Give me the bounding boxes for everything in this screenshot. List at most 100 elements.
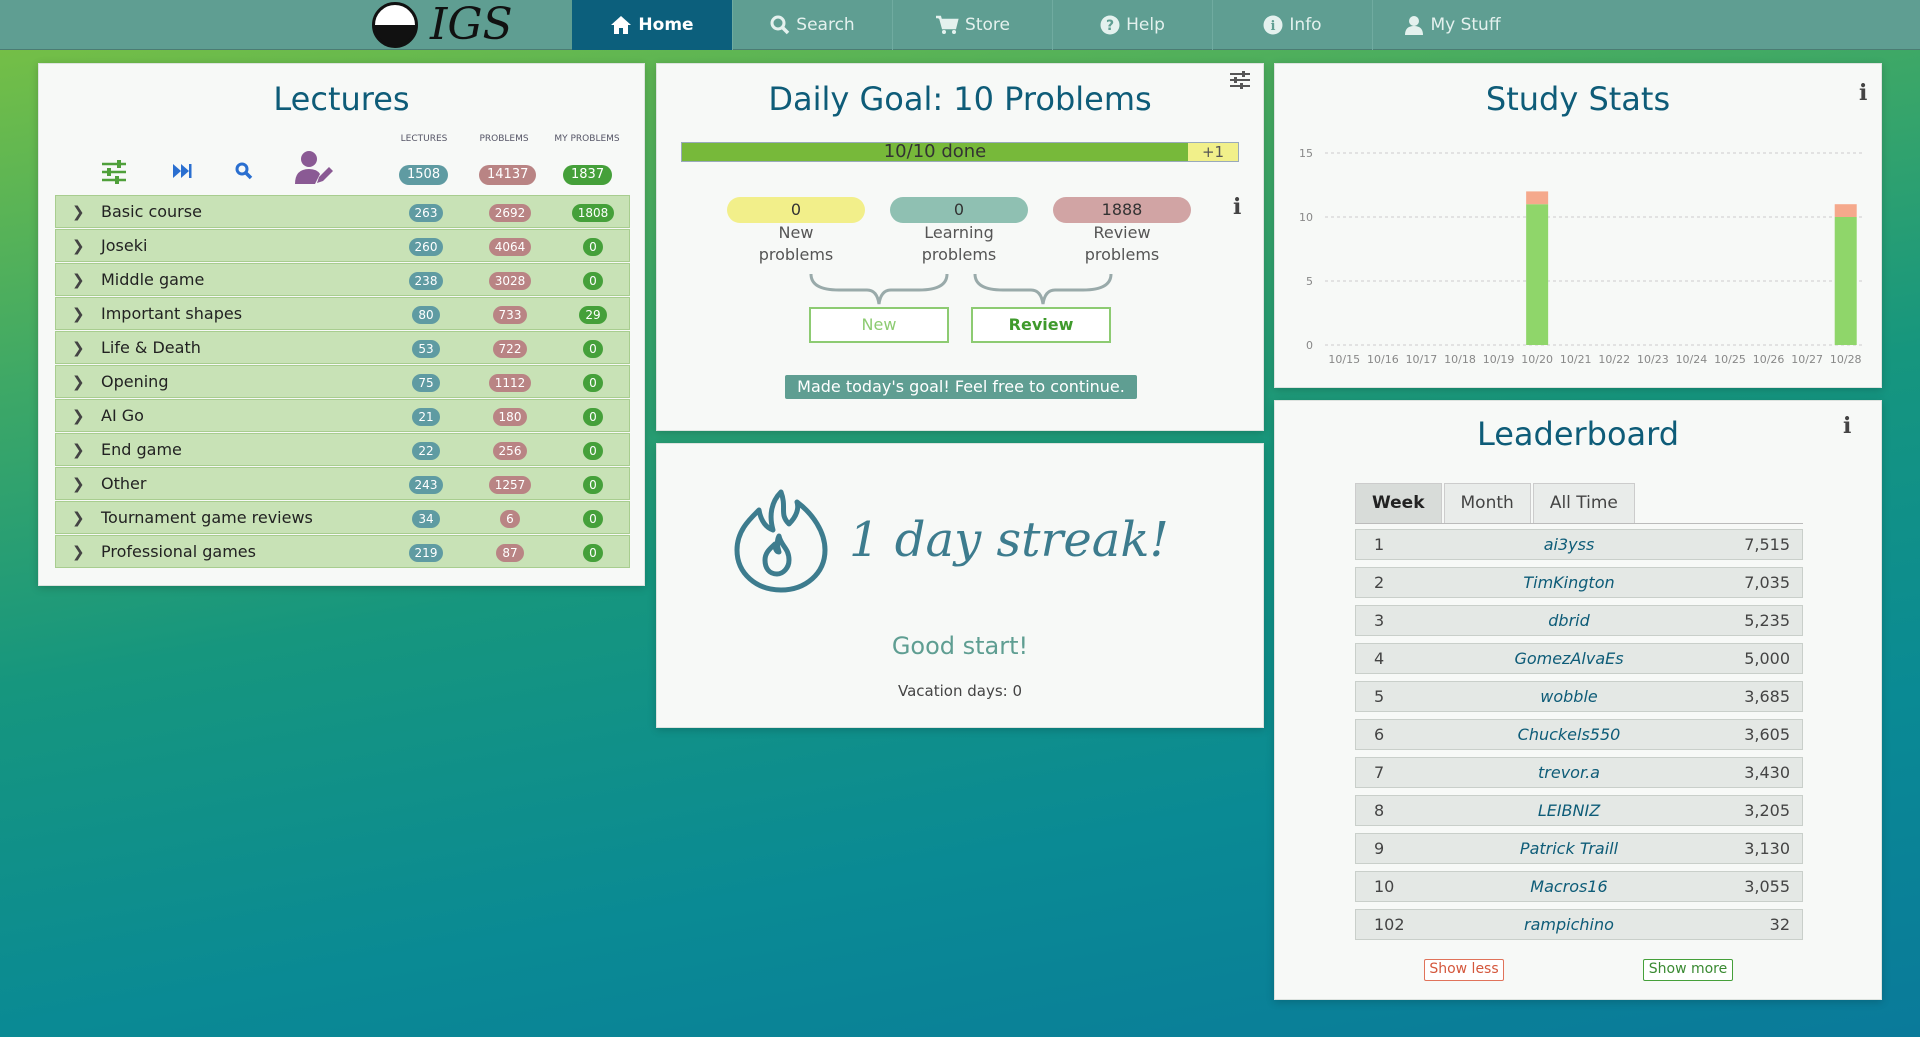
chevron-right-icon[interactable]: ❯ [72,509,85,527]
leaderboard-row: 2 TimKington 7,035 [1355,567,1803,598]
lecture-name: Life & Death [101,338,201,357]
chevron-right-icon[interactable]: ❯ [72,407,85,425]
x-tick-label: 10/27 [1791,353,1823,366]
chevron-right-icon[interactable]: ❯ [72,441,85,459]
fast-forward-icon[interactable] [172,162,192,184]
show-less-button[interactable]: Show less [1424,959,1504,981]
nav-help[interactable]: ? Help [1052,0,1212,50]
filter-sliders-icon[interactable] [101,160,127,189]
leaderboard-username[interactable]: Macros16 [1436,877,1702,896]
lecture-row[interactable]: ❯ Life & Death 53 722 0 [55,331,630,364]
leaderboard-username[interactable]: Patrick Traill [1436,839,1702,858]
leaderboard-tabs: Week Month All Time [1355,483,1803,524]
problem-count-cell: 6 [486,508,534,528]
show-more-button[interactable]: Show more [1643,959,1733,981]
problem-count: 3028 [488,272,532,290]
chevron-right-icon[interactable]: ❯ [72,543,85,561]
chevron-right-icon[interactable]: ❯ [72,203,85,221]
igs-logo[interactable]: IGS [372,0,513,50]
nav-my-stuff[interactable]: My Stuff [1372,0,1532,50]
nav-home-label: Home [638,15,694,35]
problem-count: 1112 [488,374,532,392]
leaderboard-score: 3,055 [1744,877,1790,896]
lecture-row[interactable]: ❯ Professional games 219 87 0 [55,535,630,568]
logo-go-stone-icon [372,2,418,48]
problem-count: 2692 [488,204,532,222]
lecture-name: Important shapes [101,304,243,323]
leaderboard-username[interactable]: ai3yss [1436,535,1702,554]
lecture-row[interactable]: ❯ Joseki 260 4064 0 [55,229,630,262]
lecture-row[interactable]: ❯ Tournament game reviews 34 6 0 [55,501,630,534]
nav-home[interactable]: Home [572,0,732,50]
leaderboard-score: 5,000 [1744,649,1790,668]
tab-week[interactable]: Week [1355,483,1442,523]
total-my-problems: 1837 [563,165,613,185]
leaderboard-username[interactable]: GomezAlvaEs [1436,649,1702,668]
leaderboard-row: 10 Macros16 3,055 [1355,871,1803,902]
lecture-row[interactable]: ❯ Opening 75 1112 0 [55,365,630,398]
problem-count: 180 [492,408,528,426]
lecture-row[interactable]: ❯ AI Go 21 180 0 [55,399,630,432]
nav-search[interactable]: Search [732,0,892,50]
chevron-right-icon[interactable]: ❯ [72,339,85,357]
review-caption-line1: Review [1093,223,1151,242]
user-edit-icon[interactable] [295,150,335,189]
nav-info[interactable]: i Info [1212,0,1372,50]
lecture-count-cell: 34 [406,508,446,528]
leaderboard-username[interactable]: TimKington [1436,573,1702,592]
lecture-row[interactable]: ❯ Middle game 238 3028 0 [55,263,630,296]
lecture-row[interactable]: ❯ End game 22 256 0 [55,433,630,466]
review-problems-count: 1888 [1053,197,1191,223]
leaderboard-username[interactable]: Chuckels550 [1436,725,1702,744]
my-problem-count-cell: 0 [569,440,617,460]
new-button[interactable]: New [809,307,949,343]
problem-count-cell: 180 [486,406,534,426]
leaderboard-username[interactable]: rampichino [1436,915,1702,934]
col-header-lectures: LECTURES [400,134,448,144]
learning-caption-line2: problems [921,245,997,264]
lecture-count-cell: 75 [406,372,446,392]
goal-settings-icon[interactable] [1229,70,1251,96]
lecture-count: 263 [408,204,444,222]
leaderboard-row: 4 GomezAlvaEs 5,000 [1355,643,1803,674]
nav-store[interactable]: Store [892,0,1052,50]
lecture-row[interactable]: ❯ Other 243 1257 0 [55,467,630,500]
lecture-count: 53 [412,340,440,358]
x-tick-label: 10/24 [1676,353,1708,366]
leaderboard-title: Leaderboard [1476,415,1680,453]
review-button[interactable]: Review [971,307,1111,343]
leaderboard-score: 32 [1769,915,1790,934]
daily-info-icon[interactable]: i [1233,194,1241,220]
learning-problems-count: 0 [890,197,1028,223]
flame-icon [733,488,829,598]
leaderboard-username[interactable]: dbrid [1436,611,1702,630]
x-tick-label: 10/18 [1444,353,1476,366]
lecture-search-icon[interactable] [235,162,253,185]
leaderboard-username[interactable]: LEIBNIZ [1436,801,1702,820]
leaderboard-info-icon[interactable]: i [1843,413,1851,439]
tab-month[interactable]: Month [1443,483,1531,523]
chevron-right-icon[interactable]: ❯ [72,475,85,493]
chevron-right-icon[interactable]: ❯ [72,373,85,391]
lecture-name: Basic course [101,202,202,221]
my-problem-count-cell: 0 [569,474,617,494]
tab-all-time[interactable]: All Time [1532,483,1635,523]
leaderboard-username[interactable]: trevor.a [1436,763,1702,782]
lecture-row[interactable]: ❯ Important shapes 80 733 29 [55,297,630,330]
leaderboard-score: 3,605 [1744,725,1790,744]
goal-extra-badge: +1 [1188,143,1238,161]
leaderboard-rank: 5 [1374,687,1385,706]
bar-series-0 [1834,217,1857,345]
lecture-count: 80 [412,306,440,324]
lecture-count-cell: 238 [406,270,446,290]
new-problems-caption: New problems [727,222,865,266]
leaderboard-username[interactable]: wobble [1436,687,1702,706]
chevron-right-icon[interactable]: ❯ [72,305,85,323]
chevron-right-icon[interactable]: ❯ [72,237,85,255]
chevron-right-icon[interactable]: ❯ [72,271,85,289]
lecture-row[interactable]: ❯ Basic course 263 2692 1808 [55,195,630,228]
lecture-name: Middle game [101,270,205,289]
lecture-name: Tournament game reviews [101,508,313,527]
lecture-name: Opening [101,372,169,391]
my-problem-count-cell: 0 [569,236,617,256]
